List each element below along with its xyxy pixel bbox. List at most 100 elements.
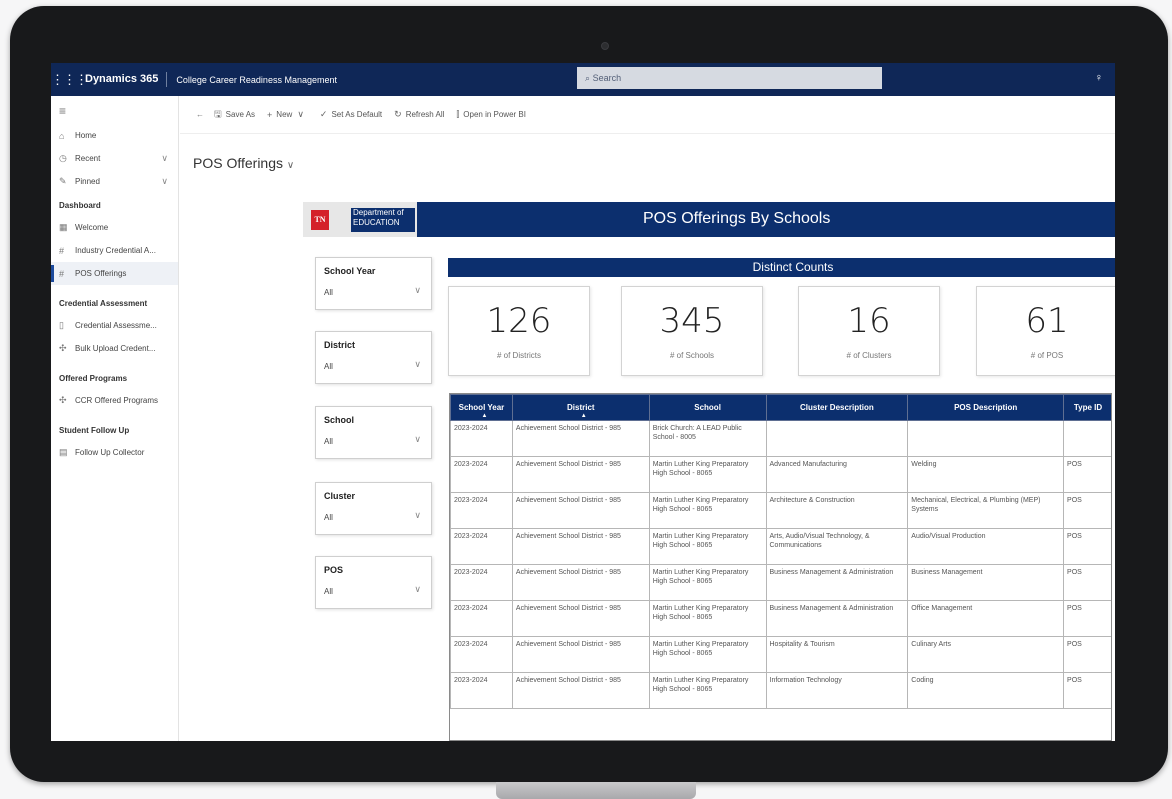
sidebar-item-label: Home (75, 131, 97, 140)
back-arrow-icon[interactable]: ← (196, 110, 204, 119)
sidebar-item-bulk-upload[interactable]: ✣ Bulk Upload Credent... (51, 337, 178, 360)
open-power-bi-button[interactable]: ⫿ Open in Power BI (456, 109, 526, 120)
refresh-all-button[interactable]: ↻ Refresh All (394, 109, 444, 120)
table-row[interactable]: 2023-2024 Achievement School District - … (450, 672, 1111, 709)
card-label: # of Schools (669, 351, 715, 360)
page-title-text: POS Offerings (193, 155, 284, 171)
chevron-down-icon[interactable]: ∨ (297, 109, 304, 120)
save-as-button[interactable]: 🖫 Save As (214, 107, 255, 123)
sidebar-item-home[interactable]: ⌂ Home (51, 124, 178, 147)
table-header-row: School Year ▲ District ▲ School Cluster De… (450, 394, 1111, 421)
slicer-value: All (324, 513, 333, 522)
card-value: 16 (847, 301, 891, 341)
table-cell: Martin Luther King Preparatory High Scho… (648, 600, 767, 637)
sidebar-item-credential-assessment[interactable]: ▯ Credential Assessme... (51, 314, 178, 337)
slicer-district[interactable]: District All ∨ (315, 331, 432, 384)
chevron-down-icon[interactable]: ∨ (161, 176, 168, 187)
set-default-button[interactable]: ✓ Set As Default (320, 109, 382, 120)
table-cell: Brick Church: A LEAD Public School - 800… (648, 420, 767, 457)
search-input[interactable]: ⌕ Search (577, 67, 882, 89)
tn-badge: TN (311, 210, 329, 230)
column-header-type-id[interactable]: Type ID (1063, 394, 1111, 421)
slicer-pos[interactable]: POS All ∨ (315, 556, 432, 609)
card-label: # of Clusters (846, 351, 892, 360)
pos-table[interactable]: School Year ▲ District ▲ School Cluster De… (449, 393, 1112, 741)
slicer-value: All (324, 587, 333, 596)
chevron-down-icon[interactable]: ∨ (414, 584, 421, 595)
sidebar-item-label: Recent (75, 154, 101, 163)
sidebar-item-pos-offerings[interactable]: # POS Offerings (51, 262, 178, 285)
table-row[interactable]: 2023-2024 Achievement School District - … (450, 492, 1111, 529)
table-cell: Achievement School District - 985 (511, 600, 650, 637)
slicer-cluster[interactable]: Cluster All ∨ (315, 482, 432, 535)
chevron-down-icon[interactable]: ∨ (287, 160, 294, 171)
table-cell: Office Management (907, 600, 1065, 637)
sidebar-item-label: Welcome (75, 223, 109, 232)
power-bi-report: TN Department of EDUCATION POS Offerings… (203, 202, 1115, 741)
sidebar-item-pinned[interactable]: ✎ Pinned ∨ (51, 170, 178, 193)
table-row[interactable]: 2023-2024 Achievement School District - … (450, 420, 1111, 457)
table-cell: Arts, Audio/Visual Technology, & Communi… (765, 528, 909, 565)
waffle-icon[interactable]: ⋮⋮⋮ (51, 72, 88, 88)
table-cell: Achievement School District - 985 (511, 456, 650, 493)
chevron-down-icon[interactable]: ∨ (414, 510, 421, 521)
slicer-value: All (324, 437, 333, 446)
table-cell: Achievement School District - 985 (511, 420, 650, 457)
group-dashboard: Dashboard (59, 201, 101, 210)
card-label: # of POS (1030, 351, 1064, 360)
table-cell: Martin Luther King Preparatory High Scho… (648, 672, 767, 709)
sort-ascending-icon[interactable]: ▲ (581, 413, 587, 419)
sidebar-item-recent[interactable]: ◷ Recent ∨ (51, 147, 178, 170)
column-header-label: District (567, 403, 595, 412)
page-title[interactable]: POS Offerings ∨ (193, 155, 294, 171)
hamburger-icon[interactable]: ≡ (51, 96, 178, 124)
refresh-icon: ↻ (394, 109, 402, 119)
table-cell: Martin Luther King Preparatory High Scho… (648, 564, 767, 601)
table-row[interactable]: 2023-2024 Achievement School District - … (450, 528, 1111, 565)
column-header-pos[interactable]: POS Description (907, 394, 1065, 421)
table-cell: Hospitality & Tourism (765, 636, 909, 673)
table-row[interactable]: 2023-2024 Achievement School District - … (450, 564, 1111, 601)
card-value: 126 (486, 301, 552, 341)
card-value: 345 (659, 301, 725, 341)
table-cell: Achievement School District - 985 (511, 492, 650, 529)
chevron-down-icon[interactable]: ∨ (414, 359, 421, 370)
slicer-value: All (324, 362, 333, 371)
lightbulb-icon[interactable]: ♀ (1095, 72, 1103, 84)
sidebar-item-follow-up-collector[interactable]: ▤ Follow Up Collector (51, 441, 178, 464)
sidebar-item-industry-credential[interactable]: # Industry Credential A... (51, 239, 178, 262)
slicer-school-year[interactable]: School Year All ∨ (315, 257, 432, 310)
table-cell: 2023-2024 (450, 672, 513, 709)
slicer-label: Cluster (324, 491, 356, 501)
slicer-school[interactable]: School All ∨ (315, 406, 432, 459)
table-row[interactable]: 2023-2024 Achievement School District - … (450, 456, 1111, 493)
table-row[interactable]: 2023-2024 Achievement School District - … (450, 600, 1111, 637)
sidebar-item-ccr-offered-programs[interactable]: ✣ CCR Offered Programs (51, 389, 178, 412)
table-row[interactable]: 2023-2024 Achievement School District - … (450, 636, 1111, 673)
table-cell: POS (1063, 672, 1111, 709)
column-header-district[interactable]: District ▲ (511, 394, 650, 421)
sidebar-item-welcome[interactable]: ▦ Welcome (51, 216, 178, 239)
slicer-label: POS (324, 565, 344, 575)
home-icon: ⌂ (59, 130, 65, 141)
column-header-school[interactable]: School (648, 394, 767, 421)
new-button[interactable]: + New ∨ (267, 109, 308, 120)
chevron-down-icon[interactable]: ∨ (161, 153, 168, 164)
table-cell: Martin Luther King Preparatory High Scho… (648, 636, 767, 673)
tn-education-logo: TN Department of EDUCATION (303, 202, 417, 237)
sort-ascending-icon[interactable]: ▲ (481, 413, 487, 419)
table-cell: 2023-2024 (450, 564, 513, 601)
brand-name[interactable]: Dynamics 365 (81, 72, 168, 87)
department-line-1: Department of (353, 208, 404, 217)
column-header-cluster[interactable]: Cluster Description (765, 394, 909, 421)
check-icon: ✓ (319, 109, 328, 119)
table-cell: Architecture & Construction (765, 492, 909, 529)
column-header-school-year[interactable]: School Year ▲ (450, 394, 513, 421)
table-cell: Achievement School District - 985 (511, 528, 650, 565)
app-name[interactable]: College Career Readiness Management (167, 75, 337, 85)
laptop-stand (496, 782, 696, 799)
sidebar-item-label: Bulk Upload Credent... (75, 344, 156, 353)
table-cell: Achievement School District - 985 (511, 636, 650, 673)
chevron-down-icon[interactable]: ∨ (414, 285, 421, 296)
chevron-down-icon[interactable]: ∨ (414, 434, 421, 445)
